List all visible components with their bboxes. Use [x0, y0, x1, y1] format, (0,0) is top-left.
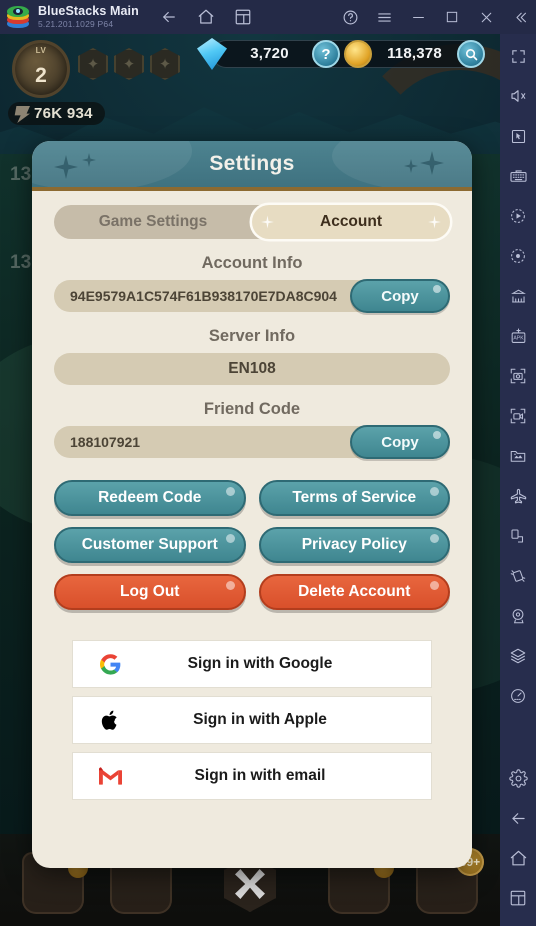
- hex-slot[interactable]: ✦: [150, 48, 180, 80]
- tab-account[interactable]: Account: [252, 205, 450, 239]
- fullscreen-icon[interactable]: [504, 42, 532, 70]
- close-icon: [235, 869, 265, 899]
- game-viewport: LV 2 ✦ ✦ ✦ 76K 934 13 13 3,720 ? 118,378: [0, 34, 500, 926]
- menu-icon[interactable]: [374, 7, 394, 27]
- side-number: 13: [10, 252, 32, 273]
- home-icon[interactable]: [504, 844, 532, 872]
- copy-friend-code-button[interactable]: Copy: [350, 425, 450, 459]
- search-icon[interactable]: [457, 40, 485, 68]
- power-stat-value: 76K 934: [34, 105, 93, 122]
- redeem-code-button[interactable]: Redeem Code: [54, 480, 246, 516]
- server-name-field: EN108: [54, 353, 450, 385]
- sign-in-email-button[interactable]: Sign in with email: [72, 752, 432, 800]
- delete-account-button[interactable]: Delete Account: [258, 574, 450, 610]
- performance-icon[interactable]: [504, 682, 532, 710]
- close-icon[interactable]: [476, 7, 496, 27]
- section-label-account-info: Account Info: [201, 254, 303, 272]
- multi-instance-manager-icon[interactable]: [504, 282, 532, 310]
- sign-in-google-label: Sign in with Google: [187, 655, 333, 672]
- privacy-policy-button[interactable]: Privacy Policy: [258, 527, 450, 563]
- screenshot-icon[interactable]: [504, 362, 532, 390]
- copy-account-id-button[interactable]: Copy: [350, 279, 450, 313]
- gem-icon: [197, 38, 227, 70]
- shake-icon[interactable]: [504, 562, 532, 590]
- maximize-icon[interactable]: [442, 7, 462, 27]
- titlebar-window-controls: [340, 0, 530, 34]
- power-stat-pill: 76K 934: [8, 102, 105, 125]
- tab-game-settings[interactable]: Game Settings: [54, 205, 252, 239]
- layers-icon[interactable]: [504, 642, 532, 670]
- side-number: 13: [10, 164, 32, 185]
- back-icon[interactable]: [159, 7, 179, 27]
- hex-slot-row: ✦ ✦ ✦: [78, 48, 180, 80]
- coin-count: 118,378: [387, 45, 442, 62]
- settings-tabs: Game Settings Account: [54, 205, 450, 239]
- back-icon[interactable]: [504, 804, 532, 832]
- macro-record-icon[interactable]: [504, 242, 532, 270]
- screen-root: BlueStacks Main 5.21.201.1029 P64 LV 2 ✦…: [0, 0, 536, 926]
- section-label-server-info: Server Info: [208, 327, 296, 345]
- level-value: 2: [35, 64, 47, 87]
- account-action-buttons: Redeem Code Terms of Service Customer Su…: [54, 480, 450, 610]
- account-info-row: 94E9579A1C574F61B938170E7DA8C904 Copy: [54, 279, 450, 313]
- keyboard-icon[interactable]: [504, 162, 532, 190]
- help-icon[interactable]: [340, 7, 360, 27]
- settings-modal: Settings Game Settings Account Account I…: [32, 141, 472, 868]
- hex-slot[interactable]: ✦: [114, 48, 144, 80]
- gmail-icon: [97, 763, 123, 789]
- player-level-badge[interactable]: LV 2: [12, 40, 70, 98]
- sign-in-apple-label: Sign in with Apple: [193, 711, 327, 728]
- sign-in-google-button[interactable]: Sign in with Google: [72, 640, 432, 688]
- hex-slot[interactable]: ✦: [78, 48, 108, 80]
- mute-icon[interactable]: [504, 82, 532, 110]
- minimize-icon[interactable]: [408, 7, 428, 27]
- gem-count: 3,720: [250, 45, 289, 62]
- google-icon: [97, 651, 123, 677]
- titlebar-nav-group: [159, 7, 253, 27]
- header-wave: [332, 141, 472, 187]
- section-label-friend-code: Friend Code: [203, 400, 301, 418]
- modal-header: Settings: [32, 141, 472, 191]
- level-tag: LV: [35, 46, 47, 55]
- location-icon[interactable]: [504, 602, 532, 630]
- sign-in-apple-button[interactable]: Sign in with Apple: [72, 696, 432, 744]
- friend-code-row: 188107921 Copy: [54, 425, 450, 459]
- bluestacks-sidebar: APK: [500, 34, 536, 926]
- signin-options-list: Sign in with Google Sign in with Apple S…: [54, 640, 450, 800]
- customer-support-button[interactable]: Customer Support: [54, 527, 246, 563]
- media-manager-icon[interactable]: [504, 442, 532, 470]
- app-version: 5.21.201.1029 P64: [38, 18, 114, 29]
- gear-icon[interactable]: [504, 764, 532, 792]
- header-wave: [32, 141, 192, 187]
- coin-icon: [344, 40, 372, 68]
- rotate-icon[interactable]: [504, 522, 532, 550]
- log-out-button[interactable]: Log Out: [54, 574, 246, 610]
- sign-in-email-label: Sign in with email: [194, 767, 326, 784]
- home-icon[interactable]: [196, 7, 216, 27]
- modal-title: Settings: [209, 152, 295, 175]
- multi-instance-icon[interactable]: [233, 7, 253, 27]
- cursor-icon[interactable]: [504, 122, 532, 150]
- screen-record-icon[interactable]: [504, 402, 532, 430]
- app-title: BlueStacks Main: [38, 4, 139, 19]
- install-apk-icon[interactable]: APK: [504, 322, 532, 350]
- server-info-row: EN108: [54, 353, 450, 385]
- terms-of-service-button[interactable]: Terms of Service: [258, 480, 450, 516]
- bluestacks-logo-icon: [7, 6, 29, 28]
- help-button[interactable]: ?: [312, 40, 340, 68]
- titlebar-text-block: BlueStacks Main 5.21.201.1029 P64: [38, 5, 139, 28]
- collapse-icon[interactable]: [510, 7, 530, 27]
- macro-play-icon[interactable]: [504, 202, 532, 230]
- airplane-mode-icon[interactable]: [504, 482, 532, 510]
- recents-icon[interactable]: [504, 884, 532, 912]
- bluestacks-titlebar: BlueStacks Main 5.21.201.1029 P64: [0, 0, 536, 34]
- svg-text:APK: APK: [513, 335, 524, 341]
- modal-body: Game Settings Account Account Info 94E95…: [32, 191, 472, 868]
- apple-icon: [97, 707, 123, 733]
- currency-bar: 3,720 ? 118,378: [197, 38, 485, 70]
